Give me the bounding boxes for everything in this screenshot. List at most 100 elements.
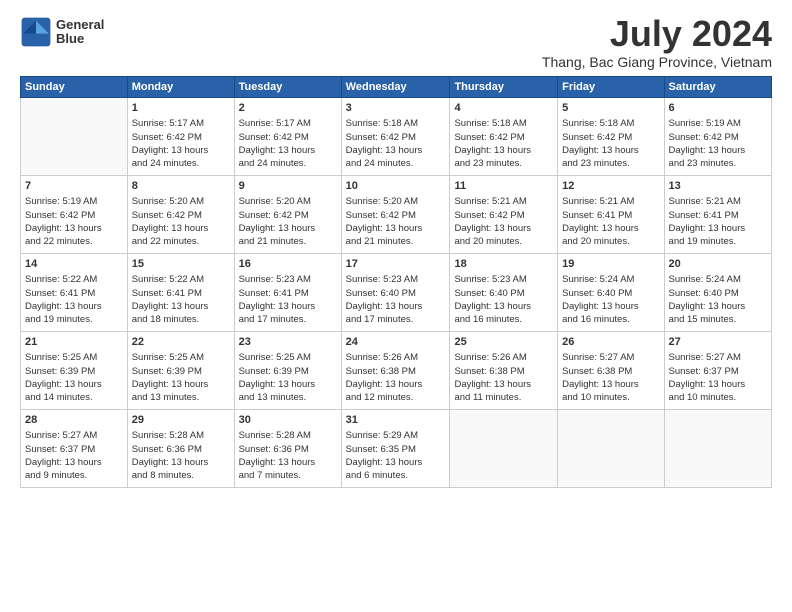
logo-line2: Blue xyxy=(56,32,104,46)
col-thursday: Thursday xyxy=(450,77,558,98)
day-info-line: Sunrise: 5:20 AM xyxy=(132,195,230,208)
day-info-line: Daylight: 13 hours xyxy=(346,144,446,157)
day-cell xyxy=(450,410,558,488)
day-info-line: Sunset: 6:40 PM xyxy=(454,287,553,300)
day-info-line: Sunset: 6:42 PM xyxy=(346,131,446,144)
day-info-line: Daylight: 13 hours xyxy=(239,378,337,391)
day-cell: 6Sunrise: 5:19 AMSunset: 6:42 PMDaylight… xyxy=(664,98,771,176)
day-info-line: Sunset: 6:40 PM xyxy=(669,287,767,300)
day-info-line: and 15 minutes. xyxy=(669,313,767,326)
day-info-line: and 20 minutes. xyxy=(454,235,553,248)
day-cell: 18Sunrise: 5:23 AMSunset: 6:40 PMDayligh… xyxy=(450,254,558,332)
day-cell: 13Sunrise: 5:21 AMSunset: 6:41 PMDayligh… xyxy=(664,176,771,254)
day-cell: 30Sunrise: 5:28 AMSunset: 6:36 PMDayligh… xyxy=(234,410,341,488)
day-info-line: Sunrise: 5:22 AM xyxy=(25,273,123,286)
day-number: 10 xyxy=(346,179,446,194)
day-info-line: and 17 minutes. xyxy=(239,313,337,326)
day-info-line: and 19 minutes. xyxy=(25,313,123,326)
day-number: 9 xyxy=(239,179,337,194)
col-friday: Friday xyxy=(558,77,664,98)
day-info-line: Sunrise: 5:27 AM xyxy=(25,429,123,442)
day-info-line: and 17 minutes. xyxy=(346,313,446,326)
day-info-line: Sunrise: 5:23 AM xyxy=(454,273,553,286)
day-info-line: Daylight: 13 hours xyxy=(239,456,337,469)
day-number: 13 xyxy=(669,179,767,194)
day-number: 27 xyxy=(669,335,767,350)
day-cell: 5Sunrise: 5:18 AMSunset: 6:42 PMDaylight… xyxy=(558,98,664,176)
day-info-line: Sunset: 6:36 PM xyxy=(239,443,337,456)
day-info-line: Daylight: 13 hours xyxy=(25,378,123,391)
day-info-line: Sunset: 6:42 PM xyxy=(669,131,767,144)
day-number: 25 xyxy=(454,335,553,350)
day-info-line: Daylight: 13 hours xyxy=(346,378,446,391)
month-title: July 2024 xyxy=(542,16,772,52)
logo: General Blue xyxy=(20,16,104,48)
day-number: 2 xyxy=(239,101,337,116)
day-info-line: Sunrise: 5:17 AM xyxy=(132,117,230,130)
day-cell: 4Sunrise: 5:18 AMSunset: 6:42 PMDaylight… xyxy=(450,98,558,176)
day-cell: 11Sunrise: 5:21 AMSunset: 6:42 PMDayligh… xyxy=(450,176,558,254)
week-row-4: 21Sunrise: 5:25 AMSunset: 6:39 PMDayligh… xyxy=(21,332,772,410)
day-info-line: Sunset: 6:42 PM xyxy=(239,131,337,144)
day-cell: 7Sunrise: 5:19 AMSunset: 6:42 PMDaylight… xyxy=(21,176,128,254)
day-info-line: and 23 minutes. xyxy=(454,157,553,170)
title-block: July 2024 Thang, Bac Giang Province, Vie… xyxy=(542,16,772,70)
day-info-line: Sunrise: 5:19 AM xyxy=(669,117,767,130)
logo-line1: General xyxy=(56,18,104,32)
day-info-line: Daylight: 13 hours xyxy=(239,144,337,157)
day-cell: 10Sunrise: 5:20 AMSunset: 6:42 PMDayligh… xyxy=(341,176,450,254)
day-info-line: Sunset: 6:39 PM xyxy=(239,365,337,378)
day-info-line: and 18 minutes. xyxy=(132,313,230,326)
day-cell: 31Sunrise: 5:29 AMSunset: 6:35 PMDayligh… xyxy=(341,410,450,488)
day-info-line: Sunrise: 5:21 AM xyxy=(454,195,553,208)
day-info-line: and 13 minutes. xyxy=(239,391,337,404)
day-info-line: Daylight: 13 hours xyxy=(239,300,337,313)
day-info-line: Daylight: 13 hours xyxy=(669,378,767,391)
day-info-line: Daylight: 13 hours xyxy=(454,378,553,391)
day-number: 12 xyxy=(562,179,659,194)
day-info-line: Sunrise: 5:26 AM xyxy=(454,351,553,364)
day-cell: 22Sunrise: 5:25 AMSunset: 6:39 PMDayligh… xyxy=(127,332,234,410)
day-number: 29 xyxy=(132,413,230,428)
day-info-line: Sunset: 6:41 PM xyxy=(562,209,659,222)
day-number: 23 xyxy=(239,335,337,350)
day-info-line: Sunset: 6:40 PM xyxy=(562,287,659,300)
day-info-line: Daylight: 13 hours xyxy=(239,222,337,235)
day-cell xyxy=(558,410,664,488)
day-cell: 3Sunrise: 5:18 AMSunset: 6:42 PMDaylight… xyxy=(341,98,450,176)
day-info-line: and 16 minutes. xyxy=(454,313,553,326)
day-info-line: Sunset: 6:38 PM xyxy=(346,365,446,378)
day-number: 1 xyxy=(132,101,230,116)
day-info-line: and 24 minutes. xyxy=(132,157,230,170)
day-info-line: Sunset: 6:38 PM xyxy=(562,365,659,378)
week-row-5: 28Sunrise: 5:27 AMSunset: 6:37 PMDayligh… xyxy=(21,410,772,488)
day-info-line: Sunset: 6:41 PM xyxy=(669,209,767,222)
day-info-line: Sunrise: 5:29 AM xyxy=(346,429,446,442)
day-info-line: Daylight: 13 hours xyxy=(669,222,767,235)
day-info-line: Sunset: 6:37 PM xyxy=(25,443,123,456)
day-info-line: Sunrise: 5:18 AM xyxy=(454,117,553,130)
day-info-line: Daylight: 13 hours xyxy=(454,222,553,235)
day-info-line: Sunrise: 5:27 AM xyxy=(669,351,767,364)
day-number: 3 xyxy=(346,101,446,116)
day-info-line: Sunset: 6:39 PM xyxy=(132,365,230,378)
day-info-line: Sunset: 6:36 PM xyxy=(132,443,230,456)
day-info-line: Sunset: 6:42 PM xyxy=(132,131,230,144)
day-info-line: and 16 minutes. xyxy=(562,313,659,326)
day-cell: 28Sunrise: 5:27 AMSunset: 6:37 PMDayligh… xyxy=(21,410,128,488)
day-cell: 27Sunrise: 5:27 AMSunset: 6:37 PMDayligh… xyxy=(664,332,771,410)
day-number: 15 xyxy=(132,257,230,272)
day-number: 26 xyxy=(562,335,659,350)
header: General Blue July 2024 Thang, Bac Giang … xyxy=(20,16,772,70)
day-info-line: Sunrise: 5:25 AM xyxy=(132,351,230,364)
day-info-line: Daylight: 13 hours xyxy=(25,456,123,469)
day-cell xyxy=(664,410,771,488)
day-info-line: Daylight: 13 hours xyxy=(25,300,123,313)
day-cell: 17Sunrise: 5:23 AMSunset: 6:40 PMDayligh… xyxy=(341,254,450,332)
day-info-line: Sunrise: 5:19 AM xyxy=(25,195,123,208)
location-subtitle: Thang, Bac Giang Province, Vietnam xyxy=(542,54,772,70)
day-cell: 21Sunrise: 5:25 AMSunset: 6:39 PMDayligh… xyxy=(21,332,128,410)
day-info-line: and 19 minutes. xyxy=(669,235,767,248)
day-number: 17 xyxy=(346,257,446,272)
day-info-line: Sunset: 6:41 PM xyxy=(132,287,230,300)
